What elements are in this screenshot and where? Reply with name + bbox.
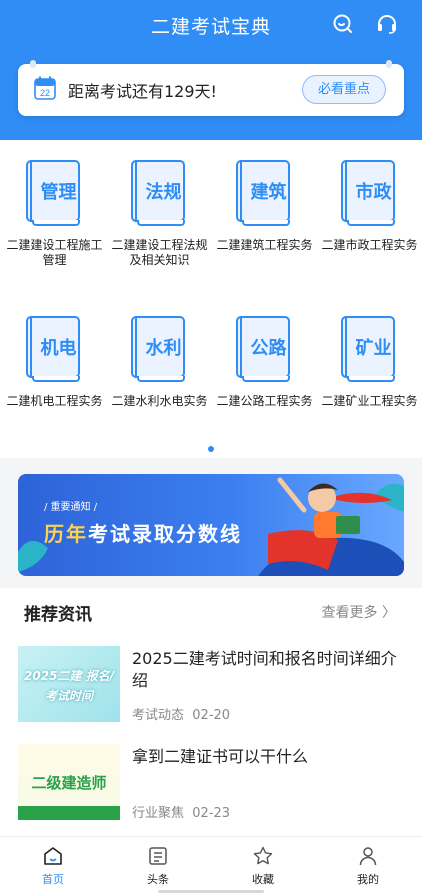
page-title: 二建考试宝典: [150, 16, 271, 38]
banner-tag: / 重要通知 /: [44, 502, 98, 513]
calendar-day: 22: [40, 88, 50, 98]
user-icon: [359, 847, 377, 866]
section-title: 推荐资讯: [24, 605, 92, 625]
book-icon: 管理: [25, 156, 84, 226]
book-icon: 法规: [130, 156, 189, 226]
news-meta: 行业聚焦 02-23: [132, 806, 231, 821]
book-icon: 建筑: [235, 156, 294, 226]
search-icon[interactable]: [331, 12, 355, 36]
pager-dot: [208, 446, 214, 452]
subject-item-building[interactable]: 建筑 二建建筑工程实务: [212, 156, 317, 253]
subject-name: 二建机电工程实务: [6, 394, 103, 408]
subject-item-management[interactable]: 管理 二建建设工程施工管理: [2, 156, 107, 268]
subject-name: 二建公路工程实务: [216, 394, 313, 408]
subject-name: 二建水利水电实务: [111, 394, 208, 408]
tab-favorites[interactable]: 收藏: [228, 845, 298, 887]
countdown-card: 22 距离考试还有129天! 必看重点: [18, 60, 404, 116]
news-item[interactable]: 2025二建 报名/考试时间 2025二建考试时间和报名时间详细介绍 考试动态 …: [0, 646, 422, 736]
news-title: 2025二建考试时间和报名时间详细介绍: [132, 649, 397, 690]
book-icon: 公路: [235, 312, 294, 382]
subject-item-regulations[interactable]: 法规 二建建设工程法规及相关知识: [107, 156, 212, 268]
calendar-icon: 22: [34, 76, 56, 100]
subject-item-mechanical[interactable]: 机电 二建机电工程实务: [2, 312, 107, 409]
book-icon: 市政: [340, 156, 399, 226]
news-icon: [149, 847, 167, 865]
score-line-banner[interactable]: / 重要通知 / 历年考试录取分数线: [18, 474, 404, 576]
home-icon: [44, 847, 62, 865]
bottom-tab-bar: 首页 头条 收藏 我的: [0, 836, 422, 896]
subject-grid: 管理 二建建设工程施工管理 法规 二建建设工程法规及相关知识 建筑 二建建筑工程…: [0, 140, 422, 458]
banner-title: 历年考试录取分数线: [44, 522, 242, 546]
countdown-text: 距离考试还有129天!: [68, 82, 217, 101]
subject-name: 二建建设工程法规及相关知识: [111, 238, 208, 267]
tab-home[interactable]: 首页: [18, 845, 88, 887]
star-icon: [253, 846, 273, 865]
subject-item-municipal[interactable]: 市政 二建市政工程实务: [317, 156, 422, 253]
book-icon: 机电: [25, 312, 84, 382]
tab-headlines[interactable]: 头条: [123, 845, 193, 887]
view-more-link[interactable]: 查看更多 〉: [322, 602, 396, 622]
news-item[interactable]: 二级建造师 拿到二建证书可以干什么 行业聚焦 02-23: [0, 744, 422, 834]
tab-mine[interactable]: 我的: [333, 845, 403, 887]
subject-item-water[interactable]: 水利 二建水利水电实务: [107, 312, 212, 409]
subject-name: 二建矿业工程实务: [321, 394, 418, 408]
book-icon: 矿业: [340, 312, 399, 382]
header: 二建考试宝典 22 距离考试还有129天! 必看重点: [0, 0, 422, 140]
subject-name: 二建市政工程实务: [321, 238, 418, 252]
news-thumbnail: 二级建造师: [18, 744, 120, 820]
subject-name: 二建建筑工程实务: [216, 238, 313, 252]
must-see-button[interactable]: 必看重点: [302, 75, 386, 104]
news-thumbnail: 2025二建 报名/考试时间: [18, 646, 120, 722]
subject-name: 二建建设工程施工管理: [6, 238, 103, 267]
headset-icon[interactable]: [375, 12, 399, 36]
subject-item-mining[interactable]: 矿业 二建矿业工程实务: [317, 312, 422, 409]
news-title: 拿到二建证书可以干什么: [132, 747, 309, 766]
home-indicator: [158, 890, 264, 893]
book-icon: 水利: [130, 312, 189, 382]
recommended-news: 推荐资讯 查看更多 〉 2025二建 报名/考试时间 2025二建考试时间和报名…: [0, 588, 422, 836]
subject-item-highway[interactable]: 公路 二建公路工程实务: [212, 312, 317, 409]
news-meta: 考试动态 02-20: [132, 708, 231, 723]
